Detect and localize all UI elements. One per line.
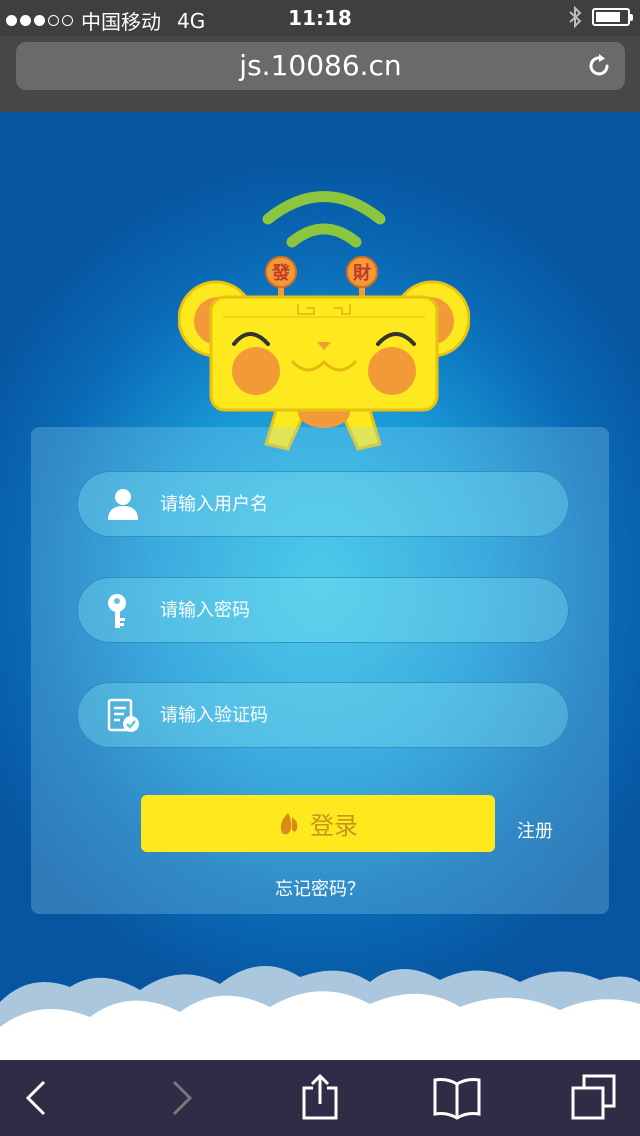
page-content: 發 財 请输入用户名 请输入验证码 登录 注册 忘记密码？ xyxy=(0,112,640,1060)
verify-document-icon xyxy=(107,698,139,732)
wifi-arc-inner xyxy=(286,223,362,248)
status-bar: 中国移动 4G 11:18 xyxy=(0,0,640,36)
password-field[interactable] xyxy=(77,577,569,643)
user-icon xyxy=(108,489,138,520)
status-right xyxy=(568,6,633,28)
password-input[interactable] xyxy=(158,578,542,643)
badge-left: 發 xyxy=(271,262,291,284)
back-icon[interactable] xyxy=(14,1074,62,1122)
battery-icon xyxy=(592,8,633,26)
url-text: js.10086.cn xyxy=(239,49,402,82)
forward-icon[interactable] xyxy=(156,1074,204,1122)
status-time: 11:18 xyxy=(288,6,352,30)
badge-right: 財 xyxy=(353,262,371,284)
share-icon[interactable] xyxy=(296,1074,344,1122)
wifi-arc-outer xyxy=(262,191,386,225)
captcha-field[interactable] xyxy=(77,682,569,748)
login-panel: 登录 注册 忘记密码？ xyxy=(31,427,609,914)
mascot-illustration: 發 財 xyxy=(178,191,470,451)
bluetooth-icon xyxy=(569,6,582,28)
forgot-password-link[interactable]: 忘记密码？ xyxy=(31,875,609,901)
leaf-icon xyxy=(280,812,298,834)
browser-address-area: js.10086.cn xyxy=(0,36,640,112)
key-icon xyxy=(108,594,126,628)
username-field[interactable] xyxy=(77,471,569,537)
bookmarks-icon[interactable] xyxy=(432,1074,482,1122)
login-button[interactable]: 登录 xyxy=(141,795,495,852)
username-input[interactable] xyxy=(158,472,542,537)
address-bar[interactable]: js.10086.cn xyxy=(16,42,625,90)
login-label: 登录 xyxy=(310,812,358,840)
reload-icon[interactable] xyxy=(585,52,613,80)
captcha-input[interactable] xyxy=(158,683,542,748)
register-link[interactable]: 注册 xyxy=(517,817,553,843)
browser-toolbar xyxy=(0,1060,640,1136)
clouds-decoration xyxy=(0,966,640,1060)
tabs-icon[interactable] xyxy=(570,1074,618,1122)
